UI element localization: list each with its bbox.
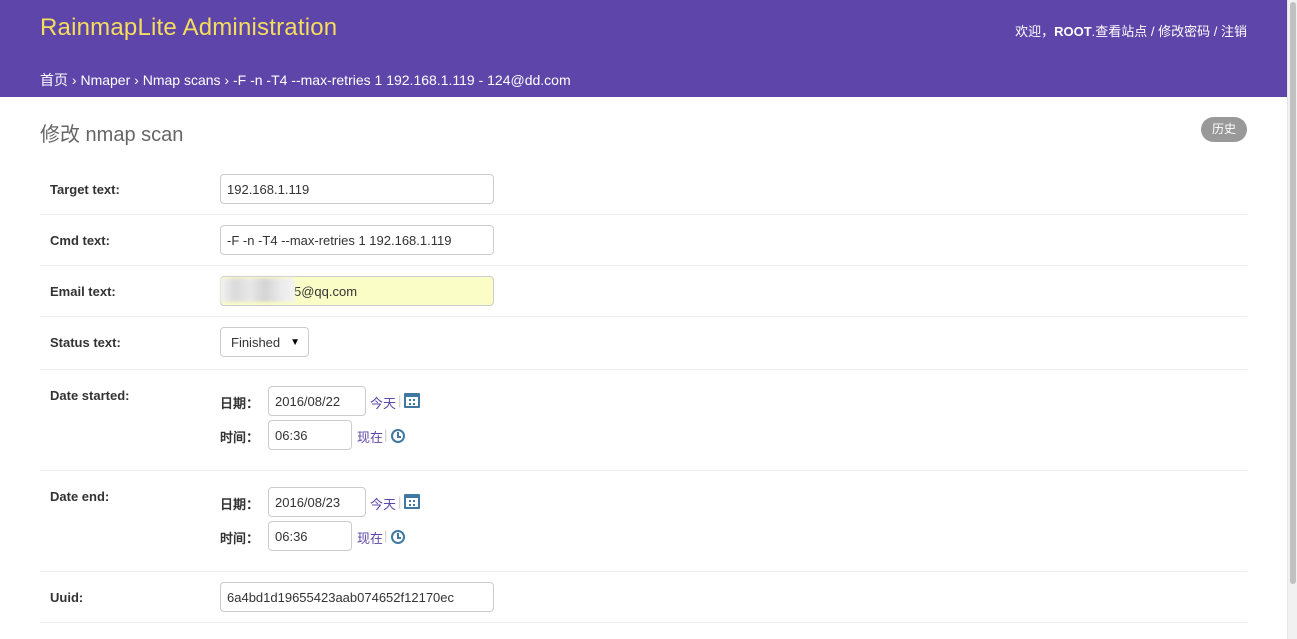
history-button[interactable]: 历史: [1200, 117, 1247, 142]
time-label: 时间：: [220, 531, 260, 546]
user-tools: 欢迎，ROOT.查看站点 / 修改密码 / 注销: [1015, 21, 1247, 40]
shortcut-separator: |: [398, 494, 402, 509]
form-row-cmd: Cmd text:: [40, 215, 1247, 266]
breadcrumb-arrow: ›: [68, 72, 81, 88]
scrollbar-thumb[interactable]: [1290, 2, 1296, 584]
cmd-input[interactable]: [220, 225, 494, 255]
form-row-target: Target text:: [40, 164, 1247, 215]
username: ROOT: [1054, 24, 1092, 39]
breadcrumb-model[interactable]: Nmap scans: [143, 72, 221, 88]
dropdown-arrow-icon: ▼: [290, 337, 300, 348]
user-tools-separator: /: [1147, 24, 1159, 39]
welcome-text: 欢迎，: [1015, 24, 1055, 39]
uuid-label: Uuid:: [50, 590, 84, 605]
shortcut-separator: |: [384, 528, 388, 543]
breadcrumb-arrow: ›: [220, 72, 233, 88]
date-started-date-line: 日期： 今天 |: [220, 386, 520, 416]
calendar-icon[interactable]: [404, 494, 420, 509]
email-field[interactable]: [220, 276, 494, 306]
form-row-date-end: Date end: 日期： 今天 | 时间： 现在 |: [40, 471, 1247, 572]
date-started-date-input[interactable]: [268, 386, 366, 416]
view-site-link[interactable]: 查看站点: [1095, 24, 1147, 39]
status-select[interactable]: Finished ▼: [220, 327, 309, 357]
date-end-date-line: 日期： 今天 |: [220, 487, 520, 517]
page-scrollbar[interactable]: [1287, 0, 1297, 639]
logout-link[interactable]: 注销: [1221, 24, 1247, 39]
breadcrumb-arrow: ›: [130, 72, 143, 88]
redaction-blur: [220, 278, 295, 302]
status-label: Status text:: [50, 335, 121, 350]
calendar-icon[interactable]: [404, 393, 420, 408]
date-started-time-line: 时间： 现在 |: [220, 420, 520, 450]
date-end-time-line: 时间： 现在 |: [220, 521, 520, 551]
shortcut-separator: |: [398, 393, 402, 408]
today-link[interactable]: 今天: [370, 393, 396, 412]
email-label: Email text:: [50, 284, 116, 299]
date-end-date-input[interactable]: [268, 487, 366, 517]
breadcrumb: 首页 › Nmaper › Nmap scans › -F -n -T4 --m…: [40, 70, 571, 90]
target-label: Target text:: [50, 182, 120, 197]
shortcut-separator: |: [384, 427, 388, 442]
date-label: 日期：: [220, 396, 260, 411]
now-link[interactable]: 现在: [357, 528, 383, 547]
cmd-label: Cmd text:: [50, 233, 110, 248]
form-row-email: Email text:: [40, 266, 1247, 317]
form-row-status: Status text: Finished ▼: [40, 317, 1247, 370]
now-link[interactable]: 现在: [357, 427, 383, 446]
target-input[interactable]: [220, 174, 494, 204]
change-password-link[interactable]: 修改密码: [1158, 24, 1210, 39]
date-started-time-input[interactable]: [268, 420, 352, 450]
date-label: 日期：: [220, 497, 260, 512]
form-row-date-started: Date started: 日期： 今天 | 时间： 现在 |: [40, 370, 1247, 471]
date-end-label: Date end:: [50, 489, 110, 504]
status-selected-value: Finished: [231, 335, 281, 350]
site-branding[interactable]: RainmapLite Administration: [40, 14, 337, 42]
today-link[interactable]: 今天: [370, 494, 396, 513]
clock-icon[interactable]: [391, 429, 405, 443]
user-tools-separator: /: [1210, 24, 1221, 39]
date-started-label: Date started:: [50, 388, 130, 403]
breadcrumb-current: -F -n -T4 --max-retries 1 192.168.1.119 …: [232, 72, 571, 88]
clock-icon[interactable]: [391, 530, 405, 544]
form-row-uuid: Uuid:: [40, 572, 1247, 623]
breadcrumb-home[interactable]: 首页: [40, 72, 68, 88]
breadcrumb-app[interactable]: Nmaper: [80, 72, 130, 88]
header: RainmapLite Administration 欢迎，ROOT.查看站点 …: [0, 0, 1287, 97]
page-title: 修改 nmap scan: [40, 124, 184, 146]
uuid-input[interactable]: [220, 582, 494, 612]
date-end-time-input[interactable]: [268, 521, 352, 551]
time-label: 时间：: [220, 430, 260, 445]
